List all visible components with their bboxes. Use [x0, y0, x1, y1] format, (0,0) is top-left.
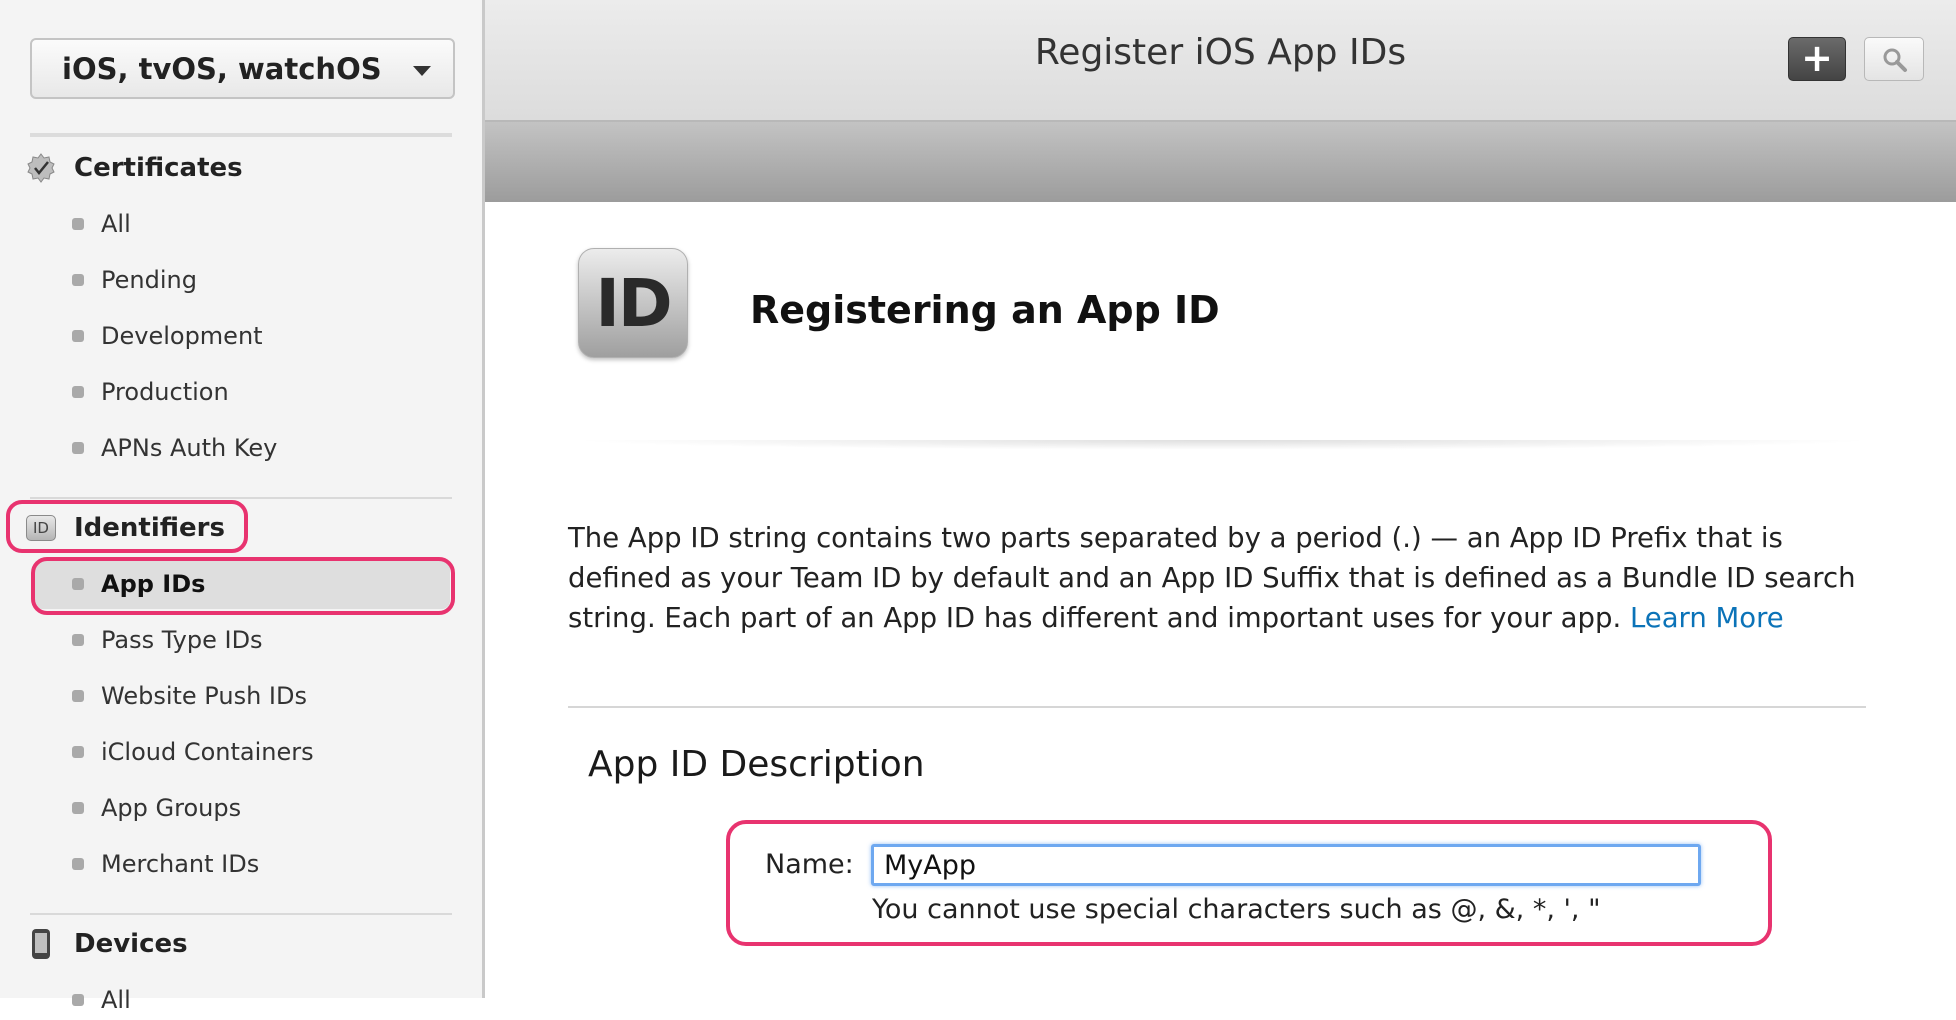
- section-devices[interactable]: Devices: [26, 924, 188, 964]
- bullet-icon: [72, 802, 84, 814]
- page-title: Register iOS App IDs: [1034, 32, 1407, 73]
- sidebar-item-label: Pass Type IDs: [101, 626, 263, 654]
- section-label: Certificates: [74, 153, 243, 183]
- bullet-icon: [72, 386, 84, 398]
- learn-more-link[interactable]: Learn More: [1630, 602, 1784, 634]
- bullet-icon: [72, 330, 84, 342]
- sidebar-item-certificates-all[interactable]: All: [72, 204, 131, 244]
- sidebar-item-development[interactable]: Development: [72, 316, 263, 356]
- bullet-icon: [72, 858, 84, 870]
- search-button[interactable]: [1864, 37, 1924, 81]
- certificate-badge-icon: [26, 153, 56, 183]
- sidebar-item-apns-auth-key[interactable]: APNs Auth Key: [72, 428, 277, 468]
- sidebar-item-app-groups[interactable]: App Groups: [72, 788, 241, 828]
- sidebar-item-label: Production: [101, 378, 229, 406]
- sidebar-item-label: Merchant IDs: [101, 850, 260, 878]
- sidebar-item-website-push-ids[interactable]: Website Push IDs: [72, 676, 307, 716]
- sidebar: iOS, tvOS, watchOS Certificates All Pend…: [0, 0, 485, 1014]
- sidebar-item-label: All: [101, 986, 131, 1014]
- highlight-box: [6, 500, 248, 553]
- sidebar-item-production[interactable]: Production: [72, 372, 229, 412]
- main-heading: Registering an App ID: [750, 288, 1220, 332]
- toolbar-strip: [485, 122, 1956, 202]
- phone-icon: [26, 929, 56, 959]
- sidebar-item-label: Development: [101, 322, 263, 350]
- sidebar-item-label: Pending: [101, 266, 197, 294]
- section-label: Devices: [74, 929, 188, 959]
- sidebar-item-label: APNs Auth Key: [101, 434, 278, 462]
- sidebar-item-label: Website Push IDs: [101, 682, 307, 710]
- highlight-box: [31, 557, 455, 615]
- sidebar-item-pending[interactable]: Pending: [72, 260, 197, 300]
- add-button[interactable]: +: [1788, 37, 1846, 81]
- sidebar-item-label: iCloud Containers: [101, 738, 314, 766]
- description-paragraph: The App ID string contains two parts sep…: [568, 518, 1878, 638]
- chevron-down-icon: [413, 66, 431, 76]
- divider: [30, 133, 452, 137]
- search-icon: [1883, 48, 1907, 72]
- bullet-icon: [72, 746, 84, 758]
- sidebar-item-label: All: [101, 210, 131, 238]
- bullet-icon: [72, 274, 84, 286]
- app-id-icon: ID: [578, 248, 688, 358]
- sidebar-item-devices-all[interactable]: All: [72, 980, 131, 1020]
- sidebar-item-label: App Groups: [101, 794, 242, 822]
- bullet-icon: [72, 218, 84, 230]
- top-bar: Register iOS App IDs +: [485, 0, 1956, 122]
- platform-select-value: iOS, tvOS, watchOS: [62, 51, 382, 86]
- bullet-icon: [72, 442, 84, 454]
- platform-select[interactable]: iOS, tvOS, watchOS: [30, 38, 455, 99]
- divider: [30, 913, 452, 915]
- divider: [30, 497, 452, 499]
- bullet-icon: [72, 634, 84, 646]
- divider-shadow: [568, 440, 1878, 450]
- sidebar-item-merchant-ids[interactable]: Merchant IDs: [72, 844, 259, 884]
- highlight-box: [726, 820, 1772, 946]
- bullet-icon: [72, 690, 84, 702]
- section-title: App ID Description: [588, 744, 925, 785]
- divider: [568, 706, 1866, 708]
- bullet-icon: [72, 994, 84, 1006]
- sidebar-item-icloud-containers[interactable]: iCloud Containers: [72, 732, 314, 772]
- section-certificates[interactable]: Certificates: [26, 148, 243, 188]
- sidebar-item-pass-type-ids[interactable]: Pass Type IDs: [72, 620, 263, 660]
